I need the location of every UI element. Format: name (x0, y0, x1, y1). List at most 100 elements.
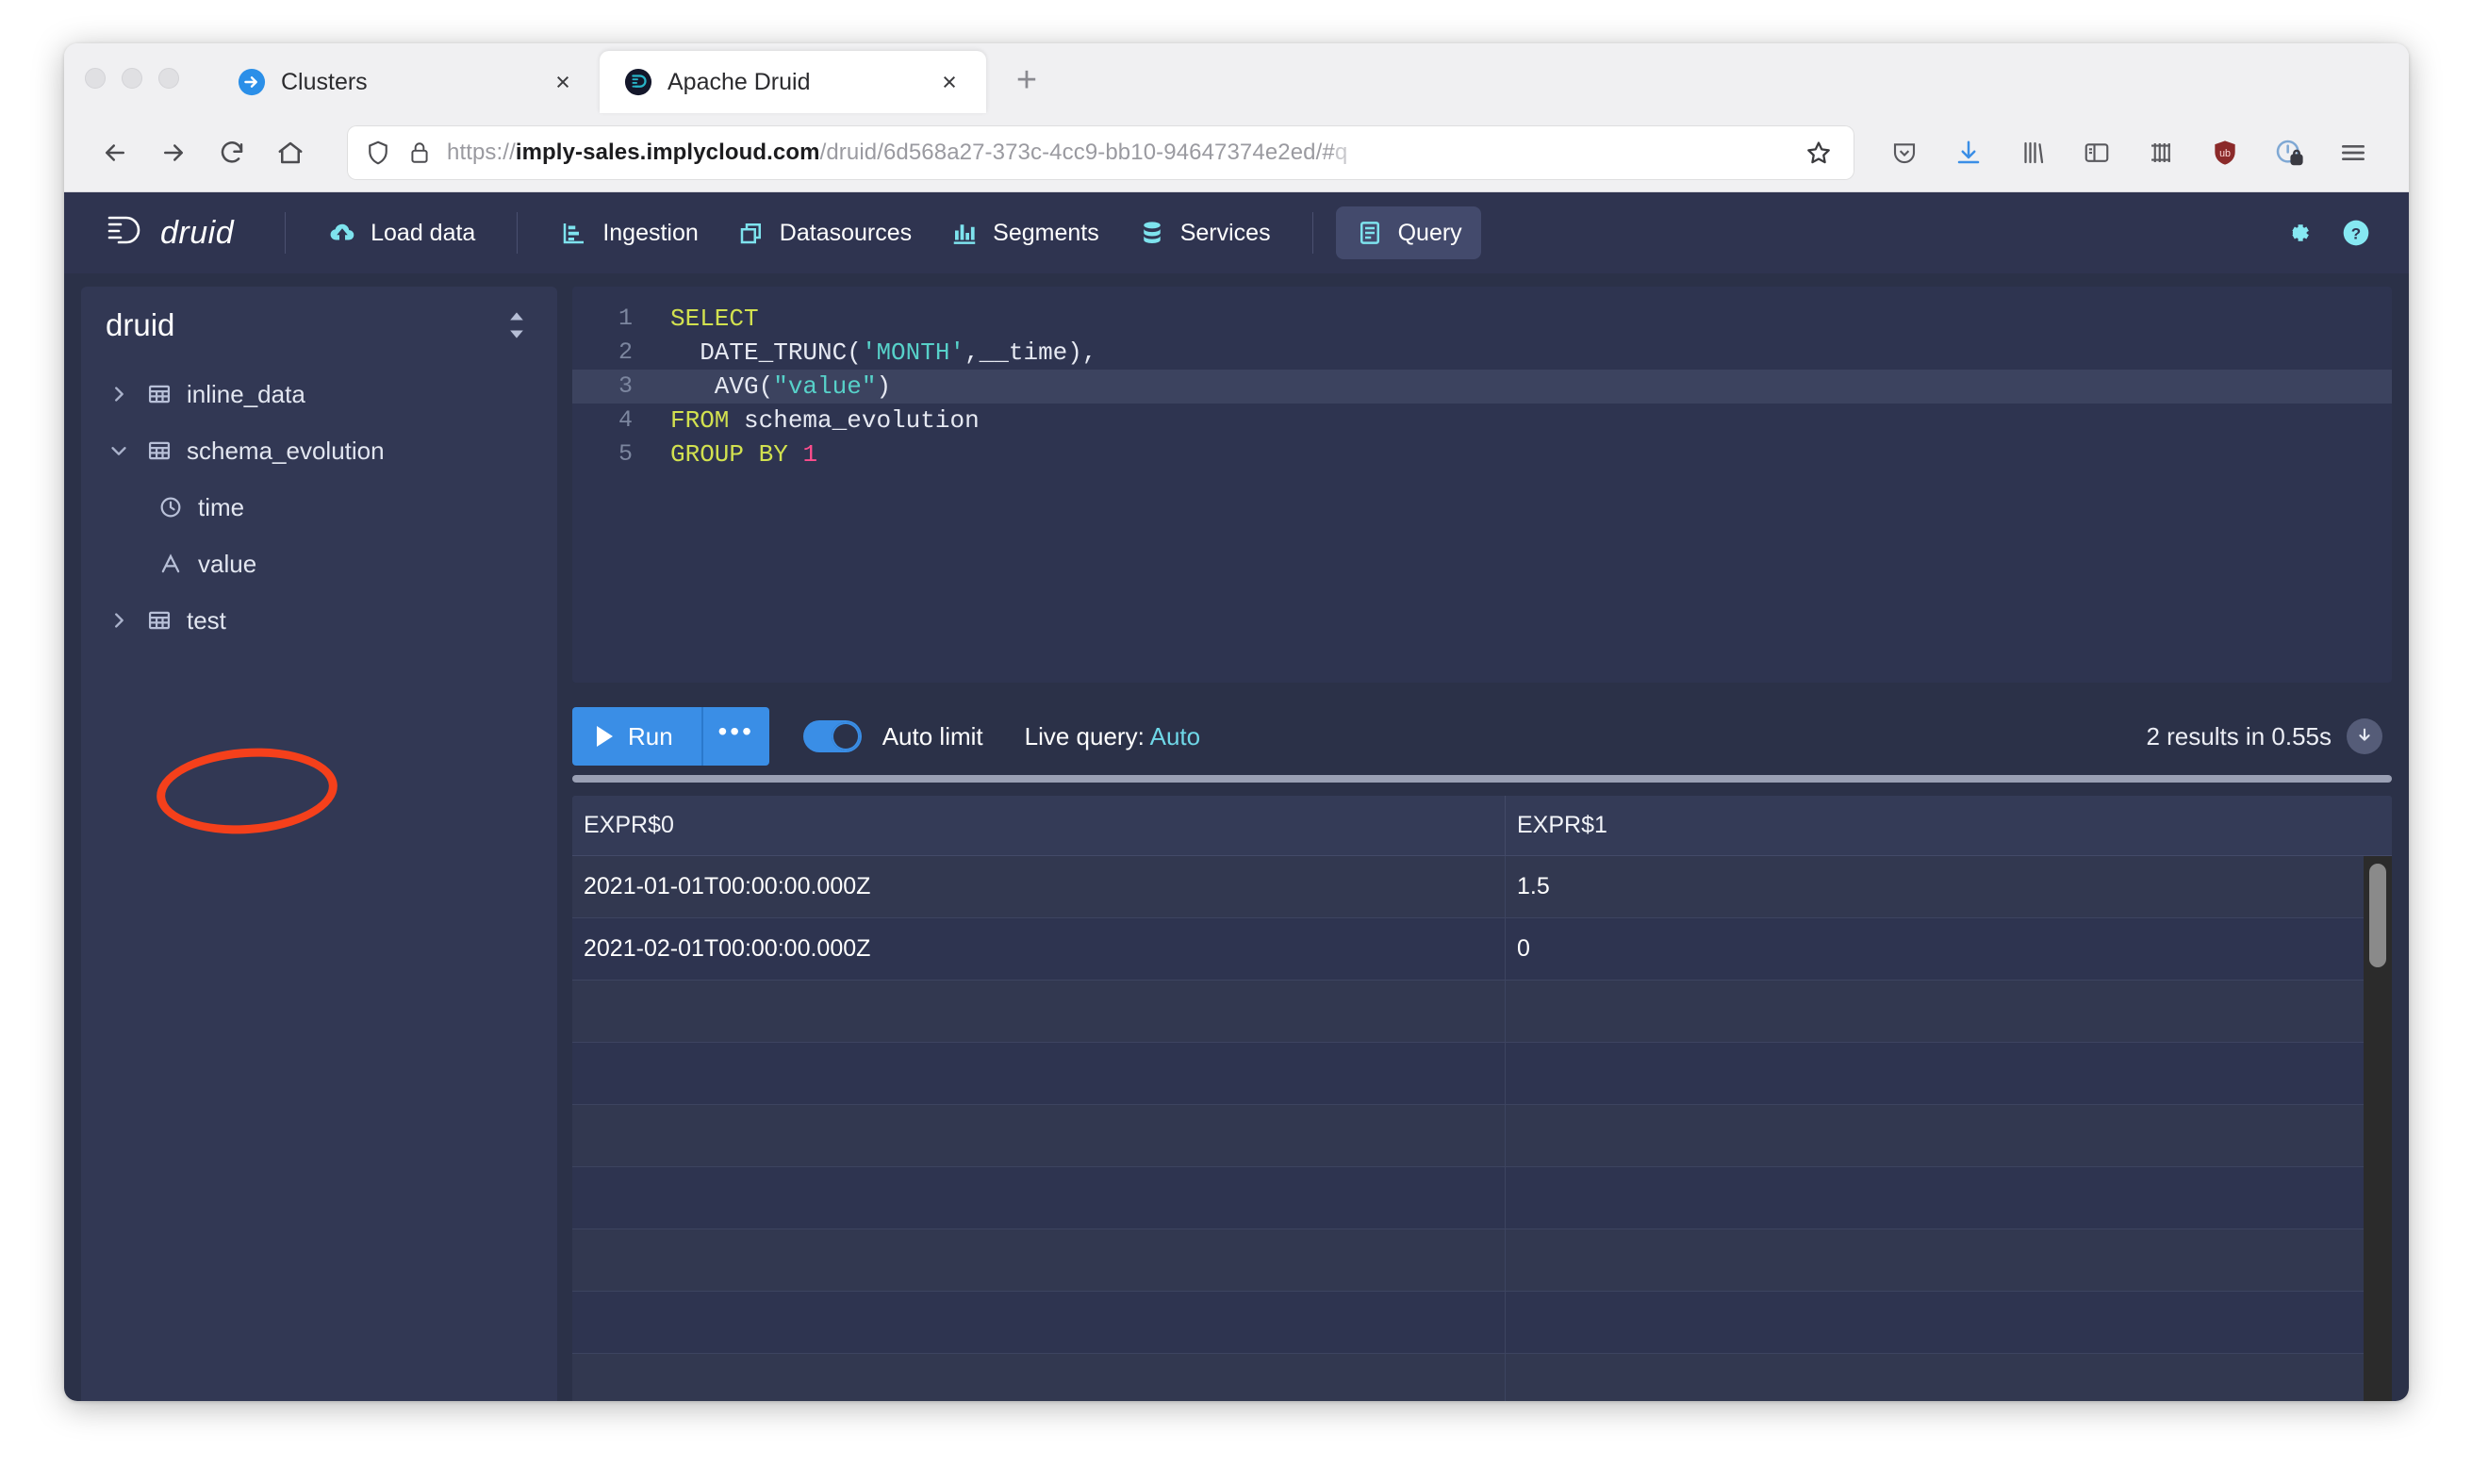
ublock-origin-icon[interactable]: ub (2201, 129, 2249, 176)
chevron-right-icon[interactable] (106, 607, 132, 634)
new-tab-button[interactable]: + (1001, 55, 1052, 106)
horizontal-split-handle[interactable] (572, 775, 2392, 783)
tab-clusters[interactable]: Clusters × (213, 51, 600, 113)
forward-icon[interactable] (147, 126, 200, 179)
download-icon[interactable] (1945, 129, 1992, 176)
table-row-empty[interactable] (572, 1105, 2392, 1167)
tree-item-schema_evolution[interactable]: schema_evolution (81, 422, 557, 479)
cell-expr1[interactable] (1506, 1354, 2392, 1401)
gear-icon[interactable] (2279, 214, 2316, 252)
run-button[interactable]: Run (572, 707, 701, 766)
privacy-shield-icon[interactable] (2266, 129, 2313, 176)
library-icon[interactable] (2009, 129, 2056, 176)
cell-expr0[interactable] (572, 1167, 1506, 1228)
sql-line: SELECT (650, 302, 2392, 336)
cell-expr1[interactable] (1506, 1167, 2392, 1228)
nav-segments[interactable]: Segments (931, 206, 1118, 259)
table-row[interactable]: 2021-02-01T00:00:00.000Z 0 (572, 918, 2392, 981)
cell-expr0[interactable] (572, 1043, 1506, 1104)
sql-code[interactable]: SELECT DATE_TRUNC('MONTH',__time), AVG("… (650, 287, 2392, 683)
table-row[interactable]: 2021-01-01T00:00:00.000Z 1.5 (572, 856, 2392, 918)
help-circle-icon[interactable]: ? (2337, 214, 2375, 252)
cell-expr1[interactable] (1506, 1043, 2392, 1104)
table-row-empty[interactable] (572, 1043, 2392, 1105)
cell-expr0[interactable]: 2021-01-01T00:00:00.000Z (572, 856, 1506, 917)
cell-expr1[interactable] (1506, 1105, 2392, 1166)
sidebar-icon[interactable] (2073, 129, 2120, 176)
cell-expr1[interactable] (1506, 1292, 2392, 1353)
minimize-window-button[interactable] (122, 68, 142, 89)
cell-expr0[interactable] (572, 1354, 1506, 1401)
cell-expr0[interactable] (572, 1292, 1506, 1353)
cell-expr0[interactable] (572, 1229, 1506, 1291)
cell-expr1[interactable]: 0 (1506, 918, 2392, 980)
auto-limit-toggle[interactable] (802, 720, 862, 752)
maximize-window-button[interactable] (158, 68, 179, 89)
close-icon[interactable]: × (933, 66, 965, 98)
sort-updown-icon[interactable] (501, 309, 533, 341)
string-a-icon (155, 548, 187, 580)
tree-item-time[interactable]: time (81, 479, 557, 536)
column-header-expr1[interactable]: EXPR$1 (1506, 796, 2392, 855)
chevron-right-icon[interactable] (106, 381, 132, 407)
druid-nav-right: ? (2279, 214, 2382, 252)
home-icon[interactable] (264, 126, 317, 179)
table-row-empty[interactable] (572, 981, 2392, 1043)
nav-services[interactable]: Services (1118, 206, 1290, 259)
tab-apache-druid[interactable]: Apache Druid × (600, 51, 986, 113)
sql-token: FROM (670, 406, 730, 435)
chevron-down-icon[interactable] (106, 437, 132, 464)
nav-label: Segments (993, 219, 1099, 246)
table-row-empty[interactable] (572, 1167, 2392, 1229)
back-icon[interactable] (89, 126, 141, 179)
tree-item-label: schema_evolution (187, 436, 385, 465)
bookmark-star-icon[interactable] (1800, 134, 1838, 172)
nav-query[interactable]: Query (1335, 206, 1481, 259)
run-more-options-button[interactable]: ••• (700, 707, 769, 766)
nav-ingestion[interactable]: Ingestion (540, 206, 717, 259)
druid-navbar: druid Load data Ingestion Datasources Se… (64, 192, 2409, 273)
bookmarks-toolbar-icon[interactable] (2137, 129, 2184, 176)
tree-item-value[interactable]: value (81, 536, 557, 592)
druid-logo[interactable]: druid (98, 211, 262, 255)
cell-expr0[interactable]: 2021-02-01T00:00:00.000Z (572, 918, 1506, 980)
scrollbar-thumb[interactable] (2369, 864, 2386, 967)
cell-expr0[interactable] (572, 1105, 1506, 1166)
padlock-icon[interactable] (407, 140, 432, 165)
download-circle-icon[interactable] (2347, 718, 2382, 754)
tree-item-test[interactable]: test (81, 592, 557, 649)
table-row-empty[interactable] (572, 1354, 2392, 1401)
play-triangle-icon (597, 726, 613, 747)
table-icon (143, 378, 175, 410)
nav-load-data[interactable]: Load data (308, 206, 494, 259)
reload-icon[interactable] (206, 126, 258, 179)
cell-expr1[interactable]: 1.5 (1506, 856, 2392, 917)
column-header-expr0[interactable]: EXPR$0 (572, 796, 1506, 855)
tracking-protection-shield-icon[interactable] (364, 139, 392, 167)
nav-datasources[interactable]: Datasources (717, 206, 931, 259)
auto-limit-label: Auto limit (882, 721, 983, 750)
url-bar[interactable]: https://imply-sales.implycloud.com/druid… (347, 124, 1854, 180)
pocket-save-icon[interactable] (1881, 129, 1928, 176)
cell-expr0[interactable] (572, 981, 1506, 1042)
ingestion-chart-icon (559, 218, 589, 248)
table-icon (143, 435, 175, 467)
druid-logo-text: druid (160, 214, 235, 251)
close-icon[interactable]: × (547, 66, 579, 98)
table-row-empty[interactable] (572, 1229, 2392, 1292)
hamburger-menu-icon[interactable] (2330, 129, 2377, 176)
results-vertical-scrollbar[interactable] (2364, 856, 2392, 1401)
cell-expr1[interactable] (1506, 981, 2392, 1042)
url-subdomain: imply-sales. (515, 139, 647, 165)
url-path: /druid/6d568a27-373c-4cc9-bb10-94647374e… (819, 139, 1335, 165)
tree-item-inline_data[interactable]: inline_data (81, 366, 557, 422)
sql-editor[interactable]: 1 2 3 4 5 SELECT DATE_TRUNC('MONTH',__ti… (572, 287, 2392, 683)
close-window-button[interactable] (85, 68, 106, 89)
table-row-empty[interactable] (572, 1292, 2392, 1354)
live-query-status[interactable]: Live query: Auto (1025, 722, 1200, 751)
table-header-row: EXPR$0 EXPR$1 (572, 796, 2392, 856)
line-number: 2 (618, 338, 633, 366)
cell-expr1[interactable] (1506, 1229, 2392, 1291)
editor-gutter: 1 2 3 4 5 (572, 287, 650, 683)
sql-token: schema_evolution (729, 406, 980, 435)
